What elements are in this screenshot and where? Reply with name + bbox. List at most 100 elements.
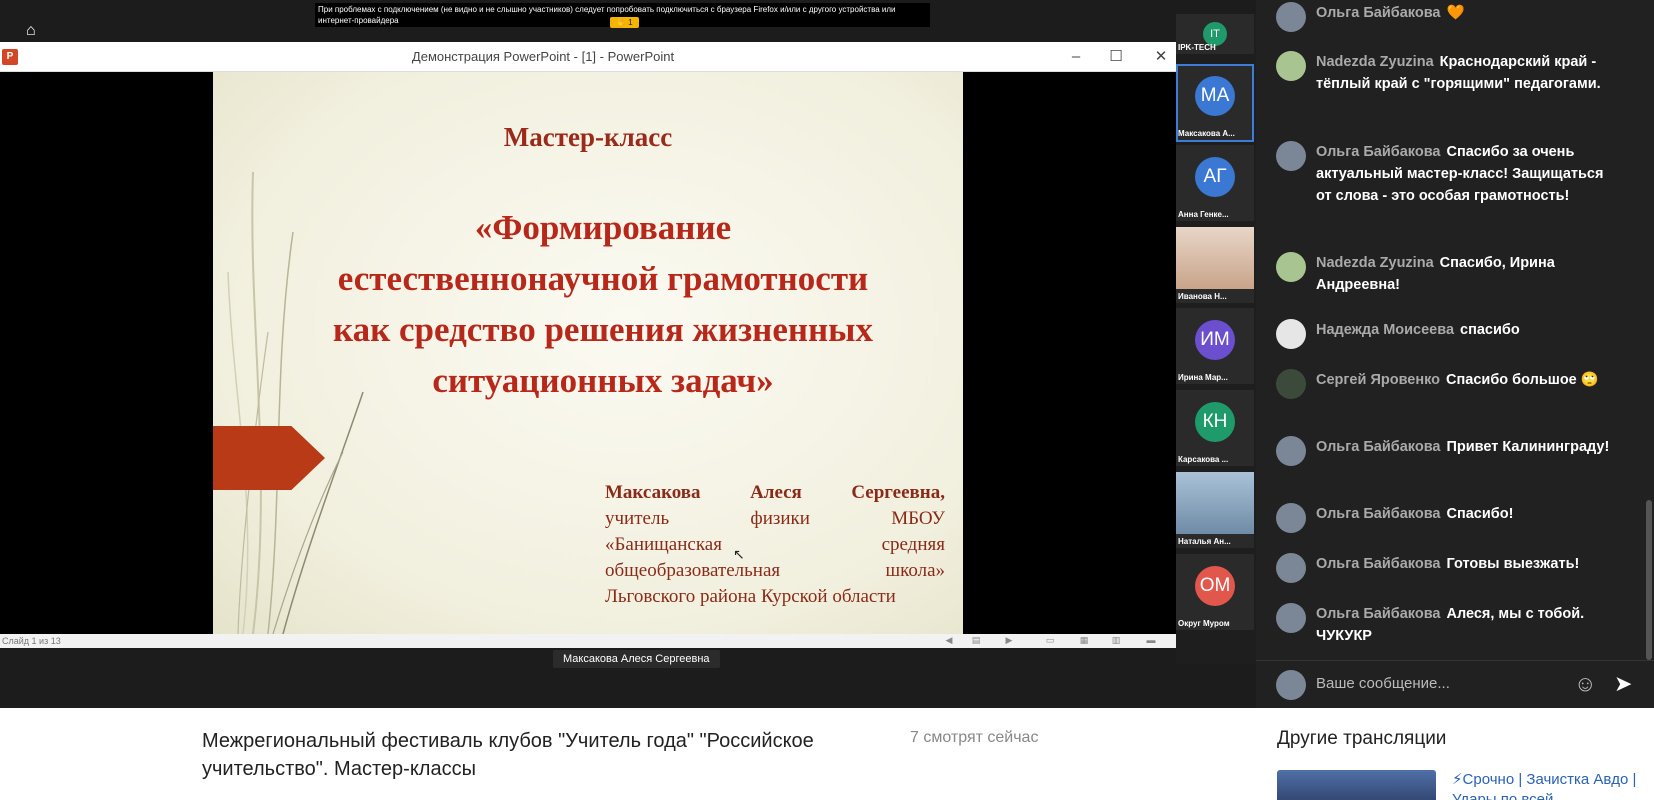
avatar bbox=[1276, 670, 1306, 700]
other-stream-link[interactable]: ⚡Срочно | Зачистка Авдо | Удары по всей bbox=[1452, 770, 1642, 800]
chat-message: Ольга Байбакова Готовы выезжать! bbox=[1276, 553, 1616, 583]
close-icon[interactable]: ✕ bbox=[1146, 46, 1176, 68]
chat-message-input[interactable] bbox=[1316, 671, 1576, 695]
avatar bbox=[1276, 603, 1306, 633]
message-author: Ольга Байбакова bbox=[1316, 556, 1441, 572]
avatar bbox=[1276, 252, 1306, 282]
powerpoint-statusbar: Слайд 1 из 13 ◀ ▤ ▶ ▭ ▦ ▥ ▬ bbox=[0, 634, 1176, 648]
send-icon[interactable]: ➤ bbox=[1614, 671, 1632, 697]
slide-counter: Слайд 1 из 13 bbox=[2, 636, 61, 646]
video-player[interactable]: ⌂ При проблемах с подключением (не видно… bbox=[0, 0, 1256, 708]
next-slide-icon[interactable]: ▶ bbox=[1003, 635, 1015, 646]
avatar bbox=[1276, 369, 1306, 399]
menu-icon[interactable]: ▤ bbox=[970, 635, 982, 646]
participant-video bbox=[1176, 227, 1254, 289]
message-author: Ольга Байбакова bbox=[1316, 144, 1441, 160]
speaker-label: Максакова Алеся Сергеевна bbox=[553, 650, 720, 668]
participant-video bbox=[1176, 472, 1254, 534]
author-name: Максакова Алеся Сергеевна, bbox=[605, 482, 945, 503]
participant-tile[interactable]: АГ Анна Генке... bbox=[1176, 145, 1254, 223]
participant-avatar: МА bbox=[1195, 76, 1235, 116]
raise-hand-badge[interactable]: ✋ 1 bbox=[610, 17, 639, 28]
message-text: спасибо bbox=[1460, 322, 1520, 338]
window-title: Демонстрация PowerPoint - [1] - PowerPoi… bbox=[411, 49, 675, 64]
participant-avatar: АГ bbox=[1195, 157, 1235, 197]
normal-view-icon[interactable]: ▭ bbox=[1044, 635, 1056, 646]
chat-message: Nadezda Zyuzina Спасибо, Ирина Андреевна! bbox=[1276, 252, 1616, 296]
message-author: Ольга Байбакова bbox=[1316, 506, 1441, 522]
avatar bbox=[1276, 553, 1306, 583]
chat-message: Ольга Байбакова Спасибо! bbox=[1276, 503, 1616, 533]
message-author: Nadezda Zyuzina bbox=[1316, 54, 1434, 70]
slide-main-line: ситуационных задач» bbox=[432, 361, 774, 400]
sorter-view-icon[interactable]: ▦ bbox=[1078, 635, 1090, 646]
slide-title: Мастер-класс bbox=[503, 122, 673, 152]
participant-name: Округ Муром bbox=[1178, 619, 1230, 628]
message-author: Ольга Байбакова bbox=[1316, 5, 1441, 21]
participant-name: IPK-TECH bbox=[1178, 43, 1216, 52]
message-text: 🧡 bbox=[1446, 5, 1465, 21]
message-author: Сергей Яровенко bbox=[1316, 372, 1441, 388]
avatar bbox=[1276, 503, 1306, 533]
camera-avatar-icon bbox=[1276, 319, 1306, 349]
other-stream-thumbnail[interactable] bbox=[1277, 770, 1436, 800]
participant-tile[interactable]: ОМ Округ Муром bbox=[1176, 554, 1254, 632]
avatar bbox=[1276, 2, 1306, 32]
participant-avatar: ОМ bbox=[1195, 566, 1235, 606]
author-line: Льговского района Курской области bbox=[605, 586, 896, 607]
author-line: учитель физики МБОУ bbox=[605, 508, 945, 529]
message-author: Ольга Байбакова bbox=[1316, 606, 1441, 622]
viewer-count: 7 смотрят сейчас bbox=[910, 729, 1039, 746]
chat-message: Ольга Байбакова Привет Калининграду! bbox=[1276, 436, 1616, 466]
chat-message: Надежда Моисеева спасибо bbox=[1276, 319, 1616, 349]
author-line: «Банищанская средняя bbox=[605, 534, 945, 555]
chat-message: Ольга Байбакова Алеся, мы с тобой. ЧУКУКР bbox=[1276, 603, 1616, 647]
slide-main-line: «Формирование bbox=[474, 208, 732, 247]
participant-tile[interactable]: МА Максакова А... bbox=[1176, 64, 1254, 142]
message-text: Готовы выезжать! bbox=[1446, 556, 1580, 572]
powerpoint-titlebar: P Демонстрация PowerPoint - [1] - PowerP… bbox=[0, 42, 1176, 72]
other-streams-heading: Другие трансляции bbox=[1277, 728, 1447, 749]
participant-tile[interactable]: КН Карсакова ... bbox=[1176, 390, 1254, 468]
chat-input-bar: ☺ ➤ bbox=[1256, 660, 1654, 708]
slide-main-line: естественнонаучной грамотности bbox=[337, 259, 869, 298]
avatar bbox=[1276, 51, 1306, 81]
mouse-cursor-icon: ↖ bbox=[733, 546, 745, 562]
participant-tile[interactable]: Иванова Н... bbox=[1176, 227, 1254, 305]
participant-tile[interactable]: IT IPK-TECH bbox=[1176, 14, 1254, 56]
chat-panel[interactable]: Ольга Байбакова 🧡 Nadezda Zyuzina Краснода… bbox=[1256, 0, 1654, 708]
participants-strip[interactable]: IT IPK-TECH МА Максакова А... АГ Анна Ге… bbox=[1176, 14, 1256, 664]
participant-name: Ирина Мар... bbox=[1178, 373, 1228, 382]
chat-scrollbar[interactable] bbox=[1646, 500, 1652, 660]
message-author: Ольга Байбакова bbox=[1316, 439, 1441, 455]
logo-icon: ⌂ bbox=[26, 22, 36, 39]
participant-tile[interactable]: Наталья Ан... bbox=[1176, 472, 1254, 550]
slide: Мастер-класс «Формирование естественнона… bbox=[213, 72, 963, 634]
chat-message: Nadezda Zyuzina Краснодарский край - тёпл… bbox=[1276, 51, 1616, 95]
minimize-icon[interactable]: – bbox=[1061, 46, 1091, 68]
participant-name: Максакова А... bbox=[1178, 129, 1235, 138]
slide-main-line: как средство решения жизненных bbox=[332, 310, 874, 349]
message-text: Спасибо большое 🙄 bbox=[1446, 372, 1599, 388]
slide-author-block: Максакова Алеся Сергеевна, учитель физик… bbox=[605, 480, 945, 610]
chat-message: Ольга Байбакова 🧡 bbox=[1276, 2, 1616, 32]
participant-avatar: ИМ bbox=[1195, 320, 1235, 360]
participant-avatar: КН bbox=[1195, 402, 1235, 442]
slide-area: Мастер-класс «Формирование естественнона… bbox=[0, 72, 1176, 634]
chat-message: Сергей Яровенко Спасибо большое 🙄 bbox=[1276, 369, 1616, 399]
stream-title: Межрегиональный фестиваль клубов "Учител… bbox=[202, 730, 814, 780]
reading-view-icon[interactable]: ▥ bbox=[1110, 635, 1122, 646]
participant-tile[interactable]: ИМ Ирина Мар... bbox=[1176, 308, 1254, 386]
emoji-icon[interactable]: ☺ bbox=[1574, 671, 1596, 697]
chat-message: Ольга Байбакова Спасибо за очень актуальн… bbox=[1276, 141, 1616, 207]
message-author: Надежда Моисеева bbox=[1316, 322, 1455, 338]
slideshow-view-icon[interactable]: ▬ bbox=[1145, 635, 1157, 646]
participant-name: Иванова Н... bbox=[1178, 292, 1227, 301]
message-text: Привет Калининграду! bbox=[1446, 439, 1610, 455]
message-text: Спасибо! bbox=[1446, 506, 1514, 522]
prev-slide-icon[interactable]: ◀ bbox=[943, 635, 955, 646]
avatar bbox=[1276, 436, 1306, 466]
maximize-icon[interactable]: ☐ bbox=[1101, 46, 1131, 68]
participant-name: Карсакова ... bbox=[1178, 455, 1229, 464]
author-line: общеобразовательная школа» bbox=[605, 560, 945, 581]
